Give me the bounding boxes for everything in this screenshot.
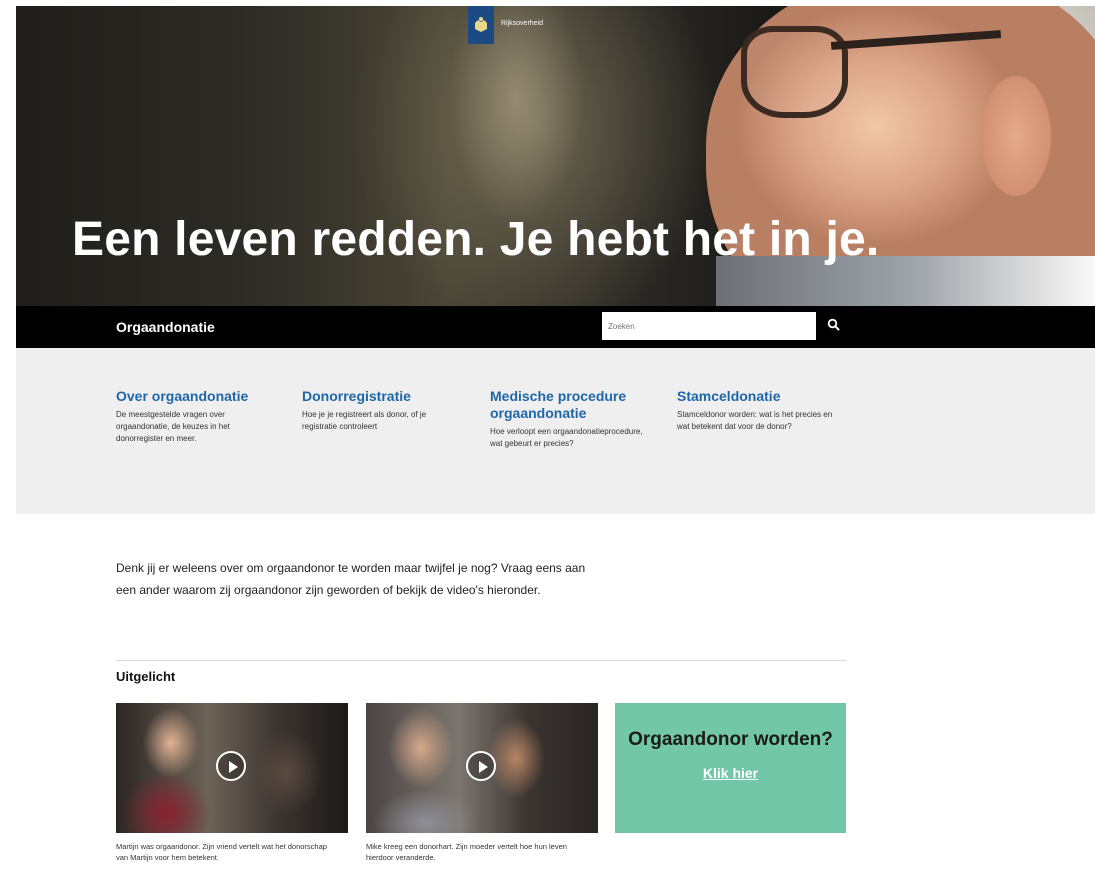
play-button[interactable] <box>216 751 246 781</box>
intro-text: Denk jij er weleens over om orgaandonor … <box>116 561 586 597</box>
crest-icon <box>475 17 487 32</box>
quick-link-over-orgaandonatie: Over orgaandonatie De meestgestelde vrag… <box>116 388 276 445</box>
quick-link-title[interactable]: Medische procedure orgaandonatie <box>490 388 650 422</box>
quick-link-medische-procedure: Medische procedure orgaandonatie Hoe ver… <box>490 388 650 450</box>
video-thumbnail[interactable] <box>116 703 348 833</box>
quick-link-donorregistratie: Donorregistratie Hoe je je registreert a… <box>302 388 462 433</box>
search-icon <box>827 318 840 330</box>
quick-link-stamceldonatie: Stamceldonatie Stamceldonor worden: wat … <box>677 388 837 433</box>
rijksoverheid-logo[interactable] <box>468 6 494 44</box>
quick-link-title[interactable]: Over orgaandonatie <box>116 388 276 405</box>
site-navbar: Orgaandonatie <box>16 306 1095 348</box>
play-icon <box>229 761 238 773</box>
quick-link-description: De meestgestelde vragen over orgaandonat… <box>116 410 230 443</box>
search-button[interactable] <box>824 316 844 336</box>
play-icon <box>479 761 488 773</box>
section-divider <box>116 660 846 661</box>
video-thumbnail[interactable] <box>366 703 598 833</box>
quick-link-title[interactable]: Donorregistratie <box>302 388 462 405</box>
logo-text: Rijksoverheid <box>501 20 544 27</box>
quick-link-title[interactable]: Stamceldonatie <box>677 388 837 405</box>
quick-link-description: Hoe je je registreert als donor, of je r… <box>302 410 427 431</box>
hero-photo-glasses <box>741 26 848 118</box>
quick-link-description: Hoe verloopt een orgaandonatieprocedure,… <box>490 427 643 448</box>
quick-links-panel: Over orgaandonatie De meestgestelde vrag… <box>16 348 1095 514</box>
featured-title: Uitgelicht <box>116 669 176 684</box>
cta-link[interactable]: Klik hier <box>703 765 758 781</box>
hero-title: Een leven redden. Je hebt het in je. <box>72 213 880 266</box>
video-caption: Martijn was orgaandonor. Zijn vriend ver… <box>116 842 327 862</box>
video-card-mike[interactable]: Mike kreeg een donorhart. Zijn moeder ve… <box>366 703 598 863</box>
cta-title: Orgaandonor worden? <box>628 729 833 750</box>
site-title-link[interactable]: Orgaandonatie <box>116 319 215 335</box>
video-card-martijn[interactable]: Martijn was orgaandonor. Zijn vriend ver… <box>116 703 348 863</box>
hero-photo-ear <box>981 76 1051 196</box>
quick-link-description: Stamceldonor worden: wat is het precies … <box>677 410 833 431</box>
search-input[interactable] <box>602 312 816 340</box>
play-button[interactable] <box>466 751 496 781</box>
orgaandonor-worden-cta[interactable]: Orgaandonor worden? Klik hier <box>615 703 846 833</box>
video-caption: Mike kreeg een donorhart. Zijn moeder ve… <box>366 842 567 862</box>
